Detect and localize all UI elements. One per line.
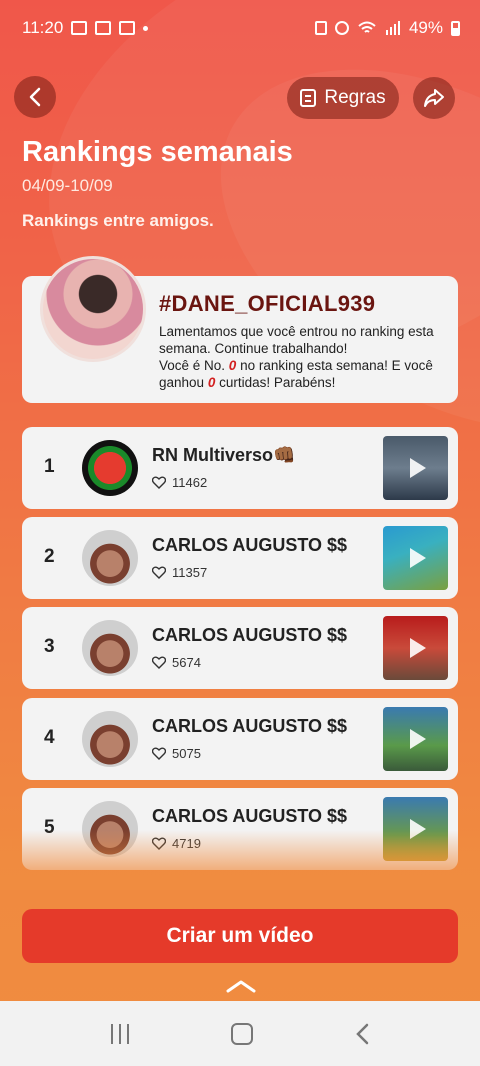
- play-icon: [409, 548, 426, 568]
- video-thumbnail[interactable]: [383, 616, 448, 680]
- rank-number: 3: [44, 636, 55, 657]
- system-nav-bar: [0, 1001, 480, 1066]
- page-subtitle: Rankings entre amigos.: [22, 211, 214, 230]
- radio-icon: [71, 21, 88, 35]
- battery-icon: [451, 20, 460, 36]
- recents-icon[interactable]: [111, 1023, 129, 1044]
- back-icon[interactable]: [355, 1023, 369, 1045]
- likes-count: 11357: [152, 565, 207, 580]
- heart-icon: [152, 476, 166, 489]
- heart-icon: [152, 566, 166, 579]
- play-icon: [409, 638, 426, 658]
- back-button[interactable]: [14, 76, 56, 118]
- rank-username: RN Multiverso👊🏾: [152, 445, 296, 465]
- wifi-icon: [358, 21, 376, 33]
- avatar[interactable]: [40, 256, 146, 362]
- rules-button[interactable]: Regras: [287, 77, 399, 119]
- alarm-icon: [334, 21, 349, 35]
- video-thumbnail[interactable]: [383, 526, 448, 590]
- share-icon: [424, 89, 444, 107]
- dot-icon: [143, 25, 149, 31]
- signal-icon: [385, 21, 400, 35]
- scroll-fade: [0, 830, 480, 890]
- likes-count: 11462: [152, 475, 207, 490]
- play-icon: [409, 458, 426, 478]
- status-bar: 11:20 49%: [0, 0, 480, 56]
- heart-icon: [152, 656, 166, 669]
- rank-username: CARLOS AUGUSTO $$: [152, 716, 348, 736]
- battery-percent: 49%: [408, 18, 443, 37]
- ranking-row[interactable]: 1 RN Multiverso👊🏾 11462: [22, 427, 458, 509]
- my-username: #DANE_OFICIAL939: [159, 291, 376, 316]
- rank-number: 4: [44, 727, 55, 748]
- ranking-message: Lamentamos que você entrou no ranking es…: [159, 324, 434, 390]
- share-button[interactable]: [413, 77, 455, 119]
- rank-username: CARLOS AUGUSTO $$: [152, 806, 348, 826]
- rank-username: CARLOS AUGUSTO $$: [152, 535, 348, 555]
- rules-label: Regras: [324, 87, 386, 108]
- rank-number: 2: [44, 546, 55, 567]
- video-thumbnail[interactable]: [383, 436, 448, 500]
- home-icon[interactable]: [231, 1022, 253, 1045]
- rank-number: 1: [44, 456, 55, 477]
- avatar[interactable]: [82, 711, 138, 767]
- video-thumbnail[interactable]: [383, 707, 448, 771]
- page-title: Rankings semanais: [22, 136, 293, 168]
- chevron-up-icon[interactable]: [226, 979, 256, 993]
- likes-count: 5075: [152, 746, 201, 761]
- document-icon: [300, 89, 317, 107]
- ranking-row[interactable]: 3 CARLOS AUGUSTO $$ 5674: [22, 607, 458, 689]
- avatar[interactable]: [82, 620, 138, 676]
- avatar[interactable]: [82, 440, 138, 496]
- ranking-row[interactable]: 4 CARLOS AUGUSTO $$ 5075: [22, 698, 458, 780]
- date-range: 04/09-10/09: [22, 176, 113, 195]
- chevron-left-icon: [29, 87, 41, 107]
- create-video-button[interactable]: Criar um vídeo: [22, 909, 458, 963]
- rank-username: CARLOS AUGUSTO $$: [152, 625, 348, 645]
- play-icon: [409, 729, 426, 749]
- message-line1: Lamentamos que você entrou no ranking es…: [159, 324, 434, 356]
- voicemail-icon: [119, 21, 136, 35]
- likes-count: 5674: [152, 655, 201, 670]
- avatar[interactable]: [82, 530, 138, 586]
- ranking-row[interactable]: 2 CARLOS AUGUSTO $$ 11357: [22, 517, 458, 599]
- lock-icon: [314, 21, 327, 35]
- screenshot-icon: [95, 21, 112, 35]
- heart-icon: [152, 747, 166, 760]
- status-time: 11:20: [22, 18, 64, 37]
